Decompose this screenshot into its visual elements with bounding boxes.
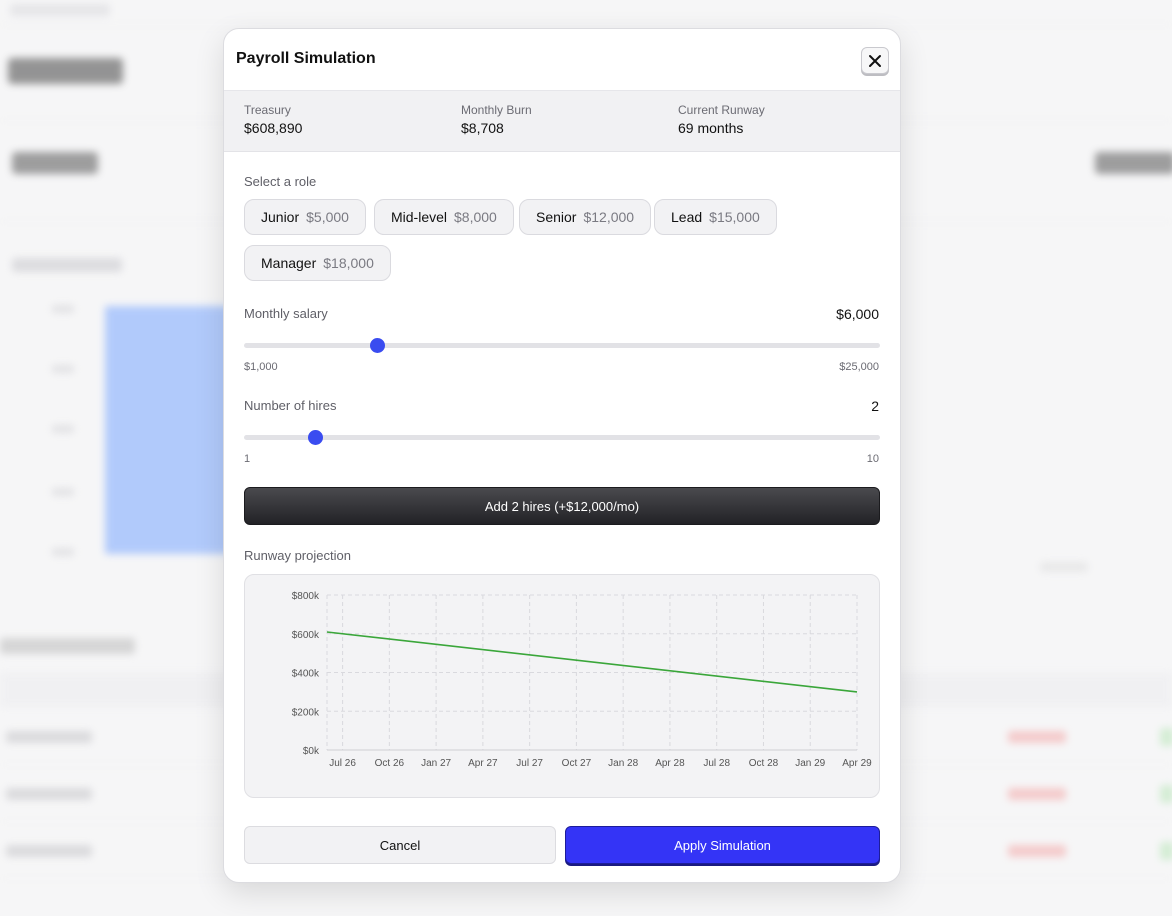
y-tick-label: $200k [292,707,320,718]
runway-projection-label: Runway projection [244,548,351,563]
select-role-label: Select a role [244,174,317,189]
y-tick-label: $400k [292,669,320,680]
number-of-hires-value: 2 [871,398,879,414]
x-tick-label: Jul 28 [703,758,730,769]
role-salary: $8,000 [454,209,497,225]
role-chip-mid-level[interactable]: Mid-level $8,000 [374,199,514,235]
x-tick-label: Apr 28 [655,758,685,769]
role-chip-senior[interactable]: Senior $12,000 [519,199,652,235]
monthly-burn-label: Monthly Burn [461,103,532,117]
number-of-hires-label: Number of hires [244,398,337,413]
monthly-salary-label: Monthly salary [244,306,328,321]
role-salary: $5,000 [306,209,349,225]
x-tick-label: Jul 27 [516,758,543,769]
role-name: Junior [261,209,300,225]
modal-title: Payroll Simulation [236,50,376,67]
runway-projection-chart: $0k $200k $400k $600k $800k Jul 26 Oct 26 Jan 2… [244,574,880,798]
x-tick-label: Apr 29 [842,758,872,769]
monthly-salary-slider[interactable] [244,336,880,356]
slider-track [244,343,880,348]
role-chip-lead[interactable]: Lead $15,000 [654,199,777,235]
payroll-simulation-modal: Payroll Simulation Treasury $608,890 Mon… [223,28,901,883]
x-tick-label: Oct 27 [562,758,592,769]
y-tick-label: $800k [292,591,320,602]
number-of-hires-slider[interactable] [244,428,880,448]
treasury-label: Treasury [244,103,291,117]
y-tick-label: $600k [292,630,320,641]
role-salary: $18,000 [323,255,374,271]
salary-min-label: $1,000 [244,361,278,373]
role-name: Lead [671,209,703,225]
x-tick-label: Jul 26 [329,758,356,769]
treasury-summary: Treasury $608,890 Monthly Burn $8,708 Cu… [224,90,900,152]
treasury-stat: Treasury $608,890 [244,103,302,136]
role-salary: $15,000 [709,209,760,225]
hires-min-label: 1 [244,453,251,465]
x-tick-label: Jan 27 [421,758,451,769]
role-name: Mid-level [391,209,448,225]
current-runway-stat: Current Runway 69 months [678,103,765,136]
close-icon [869,54,881,67]
x-tick-label: Apr 27 [468,758,498,769]
x-tick-label: Jan 28 [608,758,638,769]
treasury-value: $608,890 [244,120,303,136]
x-tick-label: Jan 29 [795,758,825,769]
add-hires-button[interactable]: Add 2 hires (+$12,000/mo) [244,487,880,525]
role-name: Senior [536,209,577,225]
current-runway-value: 69 months [678,120,744,136]
role-chip-manager[interactable]: Manager $18,000 [244,245,391,281]
monthly-burn-value: $8,708 [461,120,504,136]
slider-thumb[interactable] [307,430,323,445]
x-tick-label: Oct 26 [375,758,405,769]
current-runway-label: Current Runway [678,103,765,117]
close-button[interactable] [861,47,889,74]
monthly-salary-value: $6,000 [836,306,879,322]
runway-series-line [326,631,858,693]
apply-simulation-button[interactable]: Apply Simulation [565,826,880,864]
hires-max-label: 10 [866,453,879,465]
role-chip-junior[interactable]: Junior $5,000 [244,199,366,235]
monthly-burn-stat: Monthly Burn $8,708 [461,103,532,136]
role-salary: $12,000 [583,209,635,225]
y-tick-label: $0k [303,746,320,757]
cancel-button[interactable]: Cancel [244,826,556,864]
role-name: Manager [261,255,317,271]
runway-chart-svg: $0k $200k $400k $600k $800k Jul 26 Oct 26 Jan 2… [292,591,872,769]
slider-track [244,435,880,440]
salary-max-label: $25,000 [839,361,879,373]
slider-thumb[interactable] [369,338,385,353]
x-tick-label: Oct 28 [749,758,779,769]
